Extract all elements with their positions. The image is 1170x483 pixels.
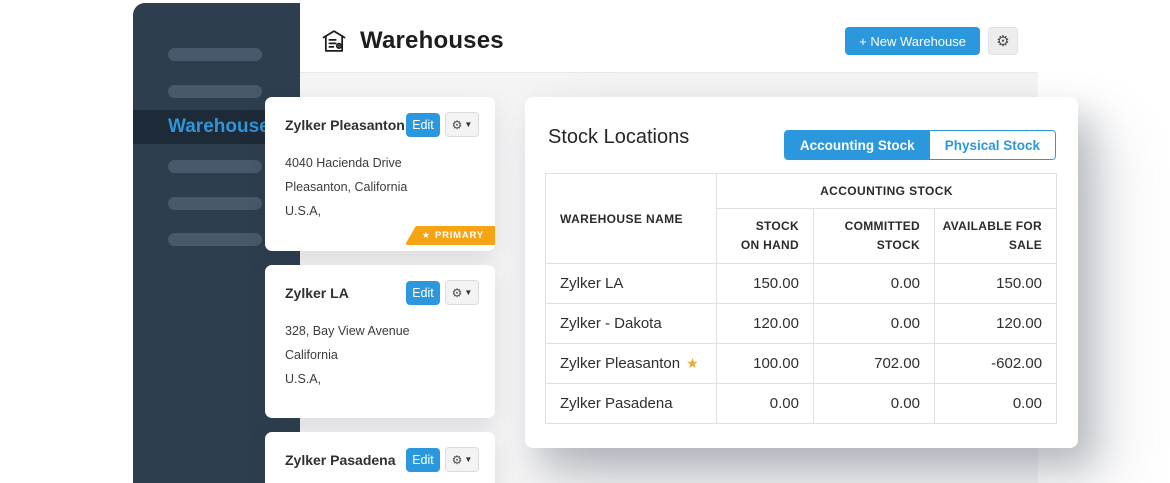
sidebar-placeholder-item — [168, 197, 262, 210]
table-row: Zylker Pasadena 0.00 0.00 0.00 — [546, 384, 1057, 424]
column-header-available-for-sale: AVAILABLE FOR SALE — [935, 209, 1057, 264]
edit-button[interactable]: Edit — [406, 113, 440, 137]
warehouse-name: Zylker LA — [560, 275, 623, 292]
chevron-down-icon: ▼ — [464, 121, 472, 129]
address-line: 4040 Hacienda Drive — [285, 156, 479, 170]
address-line: Pleasanton, California — [285, 180, 479, 194]
available-for-sale-value: -602.00 — [935, 344, 1057, 384]
warehouse-card-title: Zylker Pleasanton — [285, 117, 406, 133]
address-line: 328, Bay View Avenue — [285, 324, 479, 338]
edit-button[interactable]: Edit — [406, 448, 440, 472]
primary-badge: ★ PRIMARY — [405, 226, 495, 245]
warehouse-name: Zylker - Dakota — [560, 315, 662, 332]
available-for-sale-value: 150.00 — [935, 264, 1057, 304]
stock-locations-title: Stock Locations — [548, 126, 689, 149]
settings-gear-button[interactable]: ⚙ — [988, 27, 1018, 55]
available-for-sale-value: 120.00 — [935, 304, 1057, 344]
star-icon: ★ — [422, 230, 430, 241]
available-for-sale-value: 0.00 — [935, 384, 1057, 424]
address-line: U.S.A, — [285, 372, 479, 386]
address-line: U.S.A, — [285, 204, 479, 218]
warehouse-icon — [320, 27, 348, 55]
committed-stock-value: 702.00 — [814, 344, 935, 384]
tab-accounting-stock[interactable]: Accounting Stock — [785, 131, 930, 159]
tab-physical-stock[interactable]: Physical Stock — [930, 131, 1055, 159]
sidebar-placeholder-item — [168, 160, 262, 173]
warehouse-name: Zylker Pleasanton — [560, 355, 680, 372]
table-row: Zylker Pleasanton ★ 100.00 702.00 -602.00 — [546, 344, 1057, 384]
warehouse-card-pleasanton: Zylker Pleasanton Edit ⚙ ▼ 4040 Hacienda… — [265, 97, 495, 251]
sidebar-placeholder-item — [168, 233, 262, 246]
stock-on-hand-value: 0.00 — [717, 384, 814, 424]
card-settings-dropdown[interactable]: ⚙ ▼ — [445, 447, 479, 472]
column-header-warehouse-name: WAREHOUSE NAME — [546, 174, 717, 264]
table-row: Zylker LA 150.00 0.00 150.00 — [546, 264, 1057, 304]
column-header-stock-on-hand: STOCK ON HAND — [717, 209, 814, 264]
committed-stock-value: 0.00 — [814, 304, 935, 344]
new-warehouse-button[interactable]: + New Warehouse — [845, 27, 980, 55]
chevron-down-icon: ▼ — [464, 456, 472, 464]
warehouse-card-title: Zylker Pasadena — [285, 452, 406, 468]
primary-badge-label: PRIMARY — [435, 230, 484, 241]
gear-icon: ⚙ — [996, 33, 1009, 50]
sidebar-placeholder-item — [168, 85, 262, 98]
stock-locations-panel: Stock Locations Accounting Stock Physica… — [525, 97, 1078, 448]
gear-icon: ⚙ — [452, 287, 463, 299]
committed-stock-value: 0.00 — [814, 264, 935, 304]
stock-on-hand-value: 120.00 — [717, 304, 814, 344]
page-title: Warehouses — [360, 27, 504, 55]
main-header: Warehouses + New Warehouse ⚙ — [300, 10, 1038, 73]
stock-on-hand-value: 100.00 — [717, 344, 814, 384]
gear-icon: ⚙ — [452, 454, 463, 466]
gear-icon: ⚙ — [452, 119, 463, 131]
primary-star-icon: ★ — [686, 355, 699, 371]
edit-button[interactable]: Edit — [406, 281, 440, 305]
card-settings-dropdown[interactable]: ⚙ ▼ — [445, 280, 479, 305]
warehouse-name: Zylker Pasadena — [560, 395, 673, 412]
warehouse-card-title: Zylker LA — [285, 285, 406, 301]
address-line: California — [285, 348, 479, 362]
warehouse-card-pasadena: Zylker Pasadena Edit ⚙ ▼ — [265, 432, 495, 483]
warehouse-card-la: Zylker LA Edit ⚙ ▼ 328, Bay View Avenue … — [265, 265, 495, 418]
sidebar-placeholder-item — [168, 48, 262, 61]
committed-stock-value: 0.00 — [814, 384, 935, 424]
screen: Warehouse Warehouses + New Warehouse ⚙ — [0, 0, 1170, 483]
column-group-header-accounting-stock: ACCOUNTING STOCK — [717, 174, 1057, 209]
chevron-down-icon: ▼ — [464, 289, 472, 297]
stock-table: WAREHOUSE NAME ACCOUNTING STOCK STOCK ON… — [545, 173, 1057, 424]
card-settings-dropdown[interactable]: ⚙ ▼ — [445, 112, 479, 137]
table-row: Zylker - Dakota 120.00 0.00 120.00 — [546, 304, 1057, 344]
stock-on-hand-value: 150.00 — [717, 264, 814, 304]
stock-tabs: Accounting Stock Physical Stock — [784, 130, 1056, 160]
column-header-committed-stock: COMMITTED STOCK — [814, 209, 935, 264]
